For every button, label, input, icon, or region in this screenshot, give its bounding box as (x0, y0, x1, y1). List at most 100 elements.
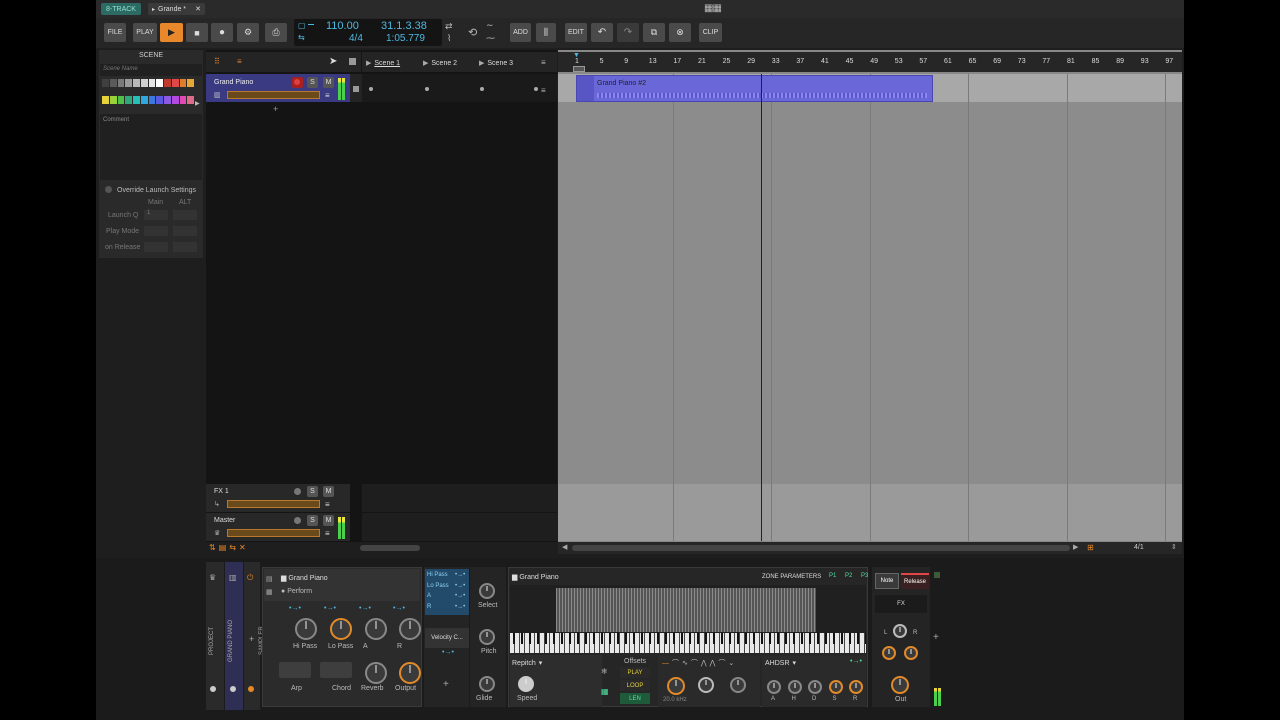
color-swatch[interactable] (117, 79, 125, 87)
position-value[interactable]: 31.1.3.38 (381, 20, 427, 32)
project-dot[interactable] (210, 686, 216, 692)
list-view-icon[interactable]: ≡ (237, 57, 242, 66)
mod-indicator-icon[interactable]: •→• (393, 605, 405, 612)
zone-p3[interactable]: P3 (861, 573, 868, 579)
velocity-modulator[interactable]: Velocity C... (425, 628, 469, 648)
mixer-button[interactable]: ⫼ (536, 23, 556, 42)
env-link-icon[interactable]: •→• (850, 658, 862, 665)
palette-more-icon[interactable]: ▶ (195, 100, 200, 107)
page-selector[interactable]: ● Perform (281, 588, 312, 595)
play-mode-main[interactable] (144, 226, 168, 236)
color-swatch[interactable] (102, 95, 109, 104)
env-knob-h[interactable] (787, 680, 802, 694)
knob-a[interactable] (365, 618, 387, 640)
color-swatch[interactable] (102, 79, 109, 87)
metronome-button[interactable]: ⎙ (265, 23, 287, 42)
fill-icon[interactable]: ⁓ (486, 33, 495, 44)
add-button[interactable]: ADD (510, 23, 531, 42)
punch-icon[interactable]: ⌇ (447, 33, 451, 44)
scene-1[interactable]: ▶ Scene 1 (366, 54, 400, 72)
sidebar-page-icon[interactable]: ▦ (266, 588, 273, 596)
note-fx-tab[interactable]: Note (875, 573, 899, 589)
release-tab[interactable]: Release (901, 573, 929, 589)
color-swatch[interactable] (156, 79, 163, 87)
track-menu-icon[interactable]: ≡ (325, 91, 330, 100)
env-knob-r[interactable] (849, 680, 863, 694)
grand-piano-dot[interactable] (230, 686, 236, 692)
color-swatch[interactable] (148, 95, 156, 104)
tab-8-track[interactable]: 8-TRACK (101, 3, 141, 15)
sampler-dot[interactable] (248, 686, 254, 692)
launch-q-alt[interactable] (173, 210, 197, 220)
left-gain-knob[interactable] (882, 646, 896, 660)
env-knob-d[interactable] (808, 680, 822, 694)
color-swatch[interactable] (125, 95, 132, 104)
knob-reverb[interactable] (365, 662, 387, 684)
mod-target[interactable]: Lo Pass (427, 583, 449, 589)
zone-p2[interactable]: P2 (845, 573, 852, 579)
tempo-value[interactable]: 110.00 (326, 20, 359, 32)
color-swatch[interactable] (109, 79, 117, 87)
zone-p1[interactable]: P1 (829, 573, 836, 579)
mod-link-icon[interactable]: •→• (455, 572, 465, 578)
undo-button[interactable]: ↶ (591, 23, 613, 42)
override-toggle[interactable] (105, 186, 112, 193)
close-icon[interactable]: ✕ (195, 5, 201, 13)
mod-link-icon[interactable]: •→• (455, 583, 465, 589)
keytrack-icon[interactable]: ▦ (601, 687, 609, 696)
add-track-button[interactable]: + (273, 104, 278, 114)
knob-output[interactable] (399, 662, 421, 684)
knob-hi-pass[interactable] (295, 618, 317, 640)
automation-button[interactable]: ⚙ (237, 23, 259, 42)
scene-menu-icon[interactable]: ≡ (541, 58, 546, 67)
mute-button[interactable]: M (323, 77, 334, 88)
sampler-title[interactable]: ▆ Grand Piano (512, 573, 559, 581)
add-modulator-icon[interactable]: + (443, 679, 449, 690)
pitch-knob[interactable] (479, 629, 495, 645)
clip-menu-icon[interactable]: ≡ (541, 86, 546, 95)
loop-region-marker[interactable] (573, 66, 585, 72)
knob-lo-pass[interactable] (330, 618, 352, 640)
color-swatch[interactable] (171, 95, 179, 104)
redo-button[interactable]: ↷ (617, 23, 639, 42)
color-swatch[interactable] (133, 79, 140, 87)
volume-fader[interactable] (227, 91, 320, 99)
pan-knob[interactable] (893, 624, 907, 638)
play-mode-alt[interactable] (173, 226, 197, 236)
color-swatch[interactable] (140, 95, 148, 104)
fx-slot[interactable]: FX (875, 595, 927, 613)
color-palette[interactable] (102, 79, 194, 111)
color-swatch[interactable] (179, 79, 187, 87)
master-record-icon[interactable] (294, 517, 301, 524)
stop-all-icon[interactable] (349, 58, 356, 65)
color-swatch[interactable] (171, 79, 179, 87)
master-volume-fader[interactable] (227, 529, 320, 537)
scene-2[interactable]: ▶ Scene 2 (423, 54, 457, 72)
filter-type-icons[interactable]: —⌒∿⌒⋀⋀⌒⌄ (662, 658, 737, 668)
play-button[interactable]: ▶ (160, 23, 183, 42)
clip-grand-piano-2[interactable]: Grand Piano #2 (576, 75, 933, 102)
pointer-tool-icon[interactable]: ➤ (329, 56, 337, 67)
solo-button[interactable]: S (307, 77, 318, 88)
env-knob-a[interactable] (767, 680, 781, 694)
drive-knob[interactable] (730, 677, 746, 693)
sidebar-folder-icon[interactable]: ▤ (266, 575, 273, 583)
grid-view-icon[interactable]: ⠿ (214, 57, 220, 66)
clip-slot-1[interactable] (369, 87, 373, 91)
envelope-mode[interactable]: AHDSR ▾ (765, 659, 796, 667)
master-solo-button[interactable]: S (307, 515, 318, 526)
len-offset-button[interactable]: LEN (620, 693, 650, 704)
cutoff-knob[interactable] (667, 677, 685, 695)
copy-button[interactable]: ⧉ (643, 23, 665, 42)
mod-indicator-icon[interactable]: •→• (359, 605, 371, 612)
repitch-mode[interactable]: Repitch ▾ (512, 659, 542, 667)
preset-name[interactable]: ▆ Grand Piano (281, 574, 328, 582)
color-swatch[interactable] (179, 95, 187, 104)
clip-slot-4[interactable] (534, 87, 538, 91)
color-swatch[interactable] (164, 79, 171, 87)
play-offset-button[interactable]: PLAY (620, 667, 650, 678)
color-swatch[interactable] (125, 79, 132, 87)
mod-target[interactable]: Hi Pass (427, 572, 448, 578)
color-swatch[interactable] (187, 79, 194, 87)
color-swatch[interactable] (156, 95, 163, 104)
